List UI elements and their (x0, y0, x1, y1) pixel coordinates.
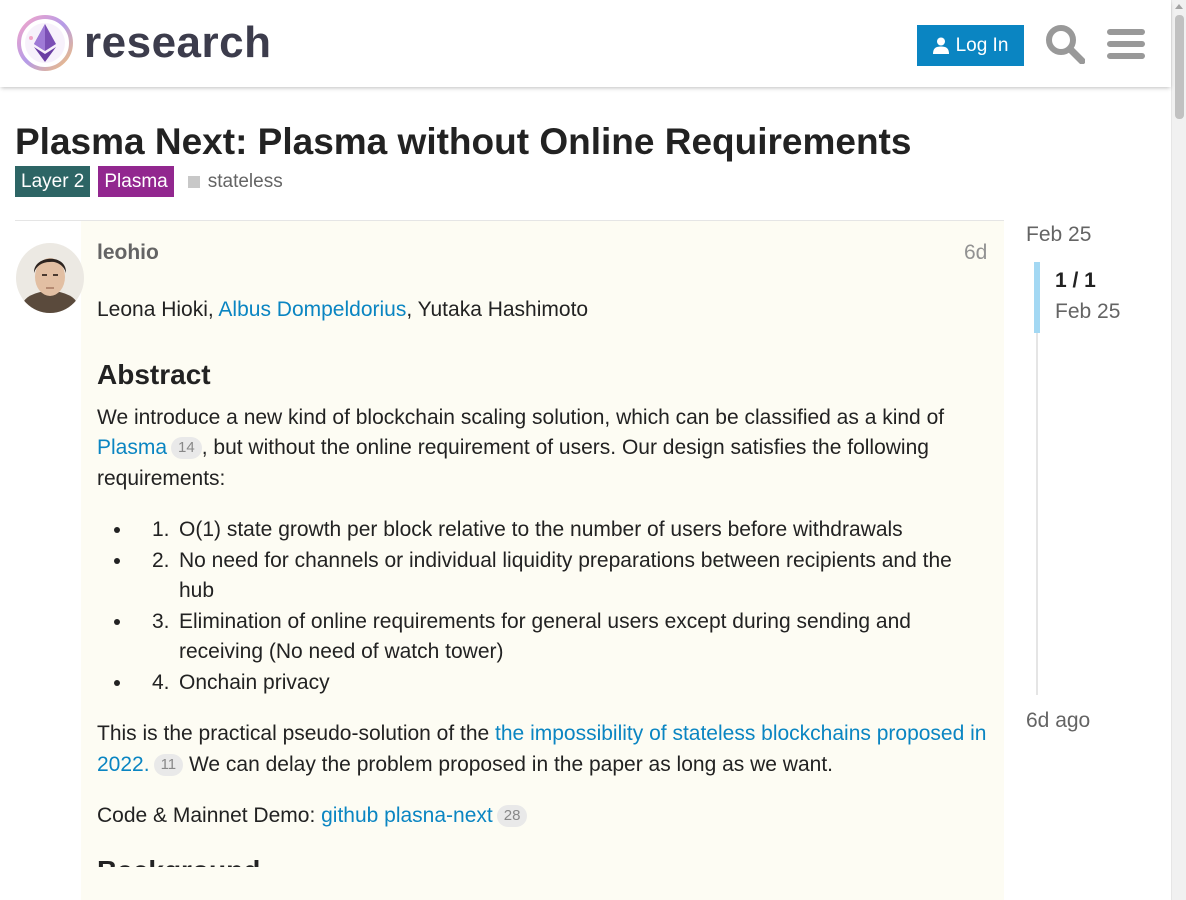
demo-paragraph: Code & Mainnet Demo: github plasna-next 2… (97, 801, 997, 832)
tag-label: stateless (207, 170, 283, 192)
tag-square-icon (187, 175, 200, 188)
post-authors: Leona Hioki, Albus Dompeldorius, Yutaka … (97, 295, 997, 326)
timeline-start-date[interactable]: Feb 25 (1026, 222, 1091, 248)
scroll-up-arrow-icon[interactable] (1175, 4, 1183, 9)
link-click-count: 28 (496, 805, 528, 827)
link-click-count: 11 (153, 753, 184, 776)
list-item: 4. Onchain privacy (133, 668, 997, 699)
link-click-count: 14 (171, 437, 202, 459)
authors-text-2: , Yutaka Hashimoto (406, 298, 589, 321)
hamburger-menu-button[interactable] (1106, 24, 1146, 64)
search-button[interactable] (1044, 22, 1086, 66)
avatar[interactable] (16, 243, 84, 313)
timeline-handle[interactable] (1034, 262, 1040, 333)
post-age[interactable]: 6d (964, 240, 987, 266)
user-icon (932, 37, 949, 54)
next-section-heading: Background (97, 853, 997, 867)
post-username[interactable]: leohio (97, 240, 159, 266)
category-badge-layer-2[interactable]: Layer 2 (15, 166, 91, 197)
site-logo[interactable]: research (16, 14, 271, 72)
practical-paragraph: This is the practical pseudo-solution of… (97, 719, 997, 780)
avatar-image (16, 243, 84, 313)
page-scrollbar[interactable] (1171, 0, 1186, 900)
github-link[interactable]: github plasna-next (321, 804, 493, 827)
list-item-text: Onchain privacy (179, 670, 330, 694)
list-item-text: O(1) state growth per block relative to … (179, 518, 903, 541)
list-item-number: 2. (152, 548, 170, 572)
login-label: Log In (955, 34, 1009, 56)
login-button[interactable]: Log In (917, 25, 1024, 66)
search-icon (1046, 25, 1085, 64)
timeline-position-date: Feb 25 (1055, 300, 1121, 323)
authors-text-1: Leona Hioki, (97, 298, 219, 321)
plasma-link[interactable]: Plasma (97, 436, 167, 459)
timeline-end-date[interactable]: 6d ago (1026, 708, 1090, 734)
intro-text-1: We introduce a new kind of blockchain sc… (97, 405, 945, 429)
list-item-number: 1. (152, 518, 170, 541)
requirements-list: 1. O(1) state growth per block relative t… (133, 515, 997, 698)
intro-text-2: , but without the online requirement of … (97, 436, 929, 490)
list-item-text: No need for channels or individual liqui… (179, 548, 952, 603)
topic-title[interactable]: Plasma Next: Plasma without Online Requi… (15, 120, 911, 164)
ethereum-research-logo-icon (17, 15, 73, 71)
author-link[interactable]: Albus Dompeldorius (218, 298, 406, 321)
list-item-number: 3. (152, 609, 170, 633)
intro-paragraph: We introduce a new kind of blockchain sc… (97, 403, 997, 495)
logo-text: research (84, 18, 272, 67)
list-item-text: Elimination of online requirements for g… (179, 609, 911, 664)
post-content: Leona Hioki, Albus Dompeldorius, Yutaka … (97, 295, 997, 867)
hamburger-menu-icon (1107, 29, 1145, 59)
site-header: research Log In (0, 0, 1171, 87)
practical-text-1: This is the practical pseudo-solution of… (97, 722, 496, 745)
topic-tags: Layer 2 Plasma stateless (15, 166, 283, 197)
list-item: 1. O(1) state growth per block relative t… (133, 515, 997, 546)
demo-text: Code & Mainnet Demo: (97, 804, 322, 827)
category-badge-plasma[interactable]: Plasma (98, 166, 174, 197)
practical-text-2: We can delay the problem proposed in the… (183, 752, 833, 776)
abstract-heading: Abstract (97, 358, 211, 390)
list-item: 3. Elimination of online requirements for… (133, 607, 997, 668)
tag-stateless[interactable]: stateless (187, 170, 283, 193)
scrollbar-thumb[interactable] (1175, 15, 1184, 119)
list-item-number: 4. (152, 670, 170, 694)
timeline-position: 1 / 1 (1055, 269, 1096, 292)
list-item: 2. No need for channels or individual liq… (133, 546, 997, 607)
